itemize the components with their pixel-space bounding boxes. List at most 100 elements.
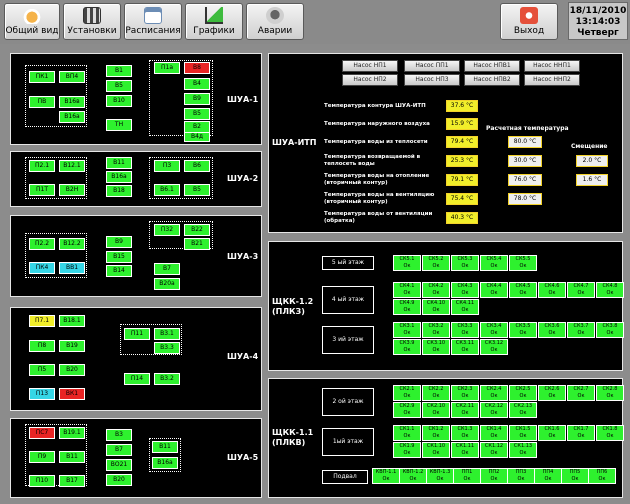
basement-button[interactable]: Подвал: [322, 470, 368, 484]
shua1-cell[interactable]: В5: [184, 108, 210, 120]
sk-tile[interactable]: СК2.11 Ок: [451, 402, 479, 418]
pump-npv2-button[interactable]: Насос НПВ2: [464, 74, 520, 86]
shua4-cell[interactable]: П14: [124, 373, 150, 385]
sk-tile[interactable]: СК5.2 Ок: [422, 255, 450, 271]
basement-tile[interactable]: ПП1 Ок: [453, 468, 481, 484]
shua4-cell[interactable]: П11: [124, 328, 150, 340]
shua2-cell[interactable]: В6.1: [154, 184, 180, 196]
basement-tile[interactable]: ПП3 Ок: [507, 468, 535, 484]
sk-tile[interactable]: СК4.4 Ок: [480, 282, 508, 298]
shua5-cell[interactable]: ВО21: [106, 459, 132, 471]
settings-button[interactable]: Установки: [63, 3, 121, 40]
sk-tile[interactable]: СК4.6 Ок: [538, 282, 566, 298]
shua2-cell[interactable]: В16а: [106, 171, 132, 183]
sk-tile[interactable]: СК3.1 Ок: [393, 322, 421, 338]
shua5-cell[interactable]: П10: [29, 475, 55, 487]
sk-tile[interactable]: СК2.5 Ок: [509, 385, 537, 401]
shua4-cell[interactable]: В20: [59, 364, 85, 376]
shua1-cell[interactable]: ТН: [106, 119, 132, 131]
sk-tile[interactable]: СК2.10 Ок: [422, 402, 450, 418]
sk-tile[interactable]: СК3.9 Ок: [393, 339, 421, 355]
shua1-cell[interactable]: В10: [106, 95, 132, 107]
shua3-cell[interactable]: В9: [106, 236, 132, 248]
pump-nnp2-button[interactable]: Насос ННП2: [524, 74, 580, 86]
shua3-cell[interactable]: В14: [106, 265, 132, 277]
sk-tile[interactable]: СК2.1 Ок: [393, 385, 421, 401]
sk-tile[interactable]: СК3.11 Ок: [451, 339, 479, 355]
sk-tile[interactable]: СК1.10 Ок: [422, 442, 450, 458]
shua3-cell[interactable]: ПК4: [29, 262, 55, 274]
sk-tile[interactable]: СК1.9 Ок: [393, 442, 421, 458]
sk-tile[interactable]: СК2.2 Ок: [422, 385, 450, 401]
sk-tile[interactable]: СК1.1 Ок: [393, 425, 421, 441]
shua4-cell[interactable]: В3.1: [154, 328, 180, 340]
pump-np3-button[interactable]: Насос НП3: [404, 74, 460, 86]
shua2-cell[interactable]: П1Т: [29, 184, 55, 196]
shua3-cell[interactable]: В15: [106, 251, 132, 263]
shua1-cell[interactable]: В4: [184, 78, 210, 90]
sk-tile[interactable]: СК4.1 Ок: [393, 282, 421, 298]
sk-tile[interactable]: СК4.7 Ок: [567, 282, 595, 298]
shua1-cell[interactable]: ВП4: [59, 71, 85, 83]
sk-tile[interactable]: СК1.11 Ок: [451, 442, 479, 458]
sk-tile[interactable]: СК1.12 Ок: [480, 442, 508, 458]
sk-tile[interactable]: СК2.6 Ок: [538, 385, 566, 401]
basement-tile[interactable]: КВП-1.1 Ок: [372, 468, 400, 484]
shua1-cell[interactable]: В8: [184, 62, 210, 74]
sk-tile[interactable]: СК4.2 Ок: [422, 282, 450, 298]
shua1-cell[interactable]: В9: [184, 93, 210, 105]
sk-tile[interactable]: СК3.7 Ок: [567, 322, 595, 338]
pump-np2-button[interactable]: Насос НП2: [342, 74, 398, 86]
shua4-cell[interactable]: П13: [29, 388, 55, 400]
sk-tile[interactable]: СК5.1 Ок: [393, 255, 421, 271]
shua5-cell[interactable]: В20: [106, 474, 132, 486]
sk-tile[interactable]: СК3.5 Ок: [509, 322, 537, 338]
shua2-cell[interactable]: В6: [184, 160, 210, 172]
sk-tile[interactable]: СК1.3 Ок: [451, 425, 479, 441]
sk-tile[interactable]: СК4.8 Ок: [596, 282, 624, 298]
sk-tile[interactable]: СК1.5 Ок: [509, 425, 537, 441]
floor-2-button[interactable]: 2 ой этаж: [322, 388, 374, 416]
sk-tile[interactable]: СК3.3 Ок: [451, 322, 479, 338]
pump-np1-button[interactable]: Насос НП1: [342, 60, 398, 72]
shua4-cell[interactable]: П7.1: [29, 315, 55, 327]
basement-tile[interactable]: ПП5 Ок: [561, 468, 589, 484]
sk-tile[interactable]: СК1.8 Ок: [596, 425, 624, 441]
sk-tile[interactable]: СК3.6 Ок: [538, 322, 566, 338]
calc-temp-value[interactable]: 76.0 °C: [508, 174, 542, 186]
floor-3-button[interactable]: 3 ий этаж: [322, 326, 374, 354]
shua1-cell[interactable]: ПВ: [29, 96, 55, 108]
pump-pp1-button[interactable]: Насос ПП1: [404, 60, 460, 72]
sk-tile[interactable]: СК3.8 Ок: [596, 322, 624, 338]
shua3-cell[interactable]: В7: [154, 263, 180, 275]
sk-tile[interactable]: СК3.10 Ок: [422, 339, 450, 355]
shua2-cell[interactable]: В5: [184, 184, 210, 196]
shua1-cell[interactable]: В1: [106, 65, 132, 77]
sk-tile[interactable]: СК2.3 Ок: [451, 385, 479, 401]
shua1-cell[interactable]: В16в: [59, 96, 85, 108]
calc-temp-value[interactable]: 30.0 °C: [508, 155, 542, 167]
sk-tile[interactable]: СК4.5 Ок: [509, 282, 537, 298]
basement-tile[interactable]: ПП6 Ок: [588, 468, 616, 484]
floor-5-button[interactable]: 5 ый этаж: [322, 256, 374, 270]
shua4-cell[interactable]: В18.1: [59, 315, 85, 327]
sk-tile[interactable]: СК3.4 Ок: [480, 322, 508, 338]
shua3-cell[interactable]: П32: [154, 224, 180, 236]
basement-tile[interactable]: КВП-1.3 Ок: [426, 468, 454, 484]
schedules-button[interactable]: Расписания: [124, 3, 182, 40]
floor-4-button[interactable]: 4 ый этаж: [322, 286, 374, 314]
basement-tile[interactable]: ПП4 Ок: [534, 468, 562, 484]
sk-tile[interactable]: СК5.4 Ок: [480, 255, 508, 271]
pump-nnp1-button[interactable]: Насос ННП1: [524, 60, 580, 72]
shua2-cell[interactable]: П3: [154, 160, 180, 172]
basement-tile[interactable]: ПП2 Ок: [480, 468, 508, 484]
calc-temp-value[interactable]: 80.0 °C: [508, 136, 542, 148]
sk-tile[interactable]: СК4.11 Ок: [451, 299, 479, 315]
shua5-cell[interactable]: В19.1: [59, 427, 85, 439]
sk-tile[interactable]: СК2.8 Ок: [596, 385, 624, 401]
overview-button[interactable]: Общий вид: [4, 3, 60, 40]
shua3-cell[interactable]: В21: [184, 238, 210, 250]
shua4-cell[interactable]: В19: [59, 340, 85, 352]
shua4-cell[interactable]: П5: [29, 364, 55, 376]
shua3-cell[interactable]: ВВ1: [59, 262, 85, 274]
